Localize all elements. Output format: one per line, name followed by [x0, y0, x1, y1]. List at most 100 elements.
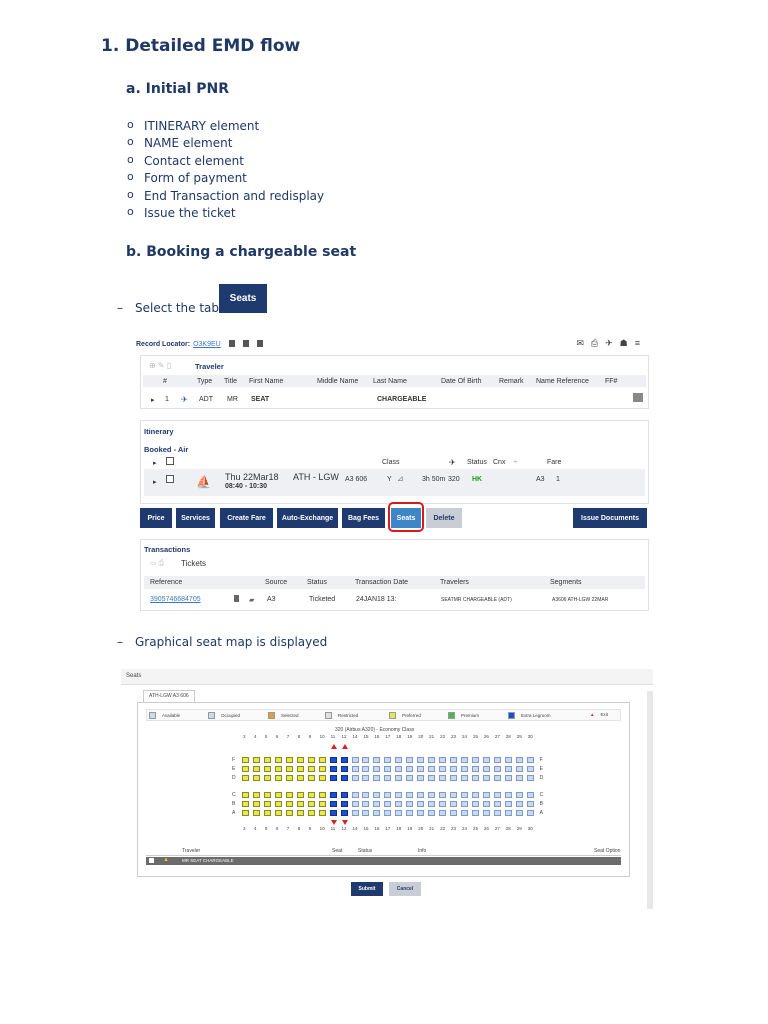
trash-icon[interactable]	[228, 340, 235, 347]
seat[interactable]	[471, 792, 479, 798]
seat[interactable]	[428, 757, 436, 763]
seat[interactable]	[406, 757, 414, 763]
seat[interactable]	[450, 775, 458, 781]
select-all-checkbox[interactable]	[166, 457, 174, 465]
seat[interactable]	[242, 792, 249, 798]
tab-ath-lgw[interactable]: ATH-LGW A3 606	[143, 690, 195, 702]
seat[interactable]	[307, 775, 315, 781]
seat[interactable]	[285, 766, 293, 772]
expand-icon[interactable]: ▸	[151, 396, 155, 404]
seat[interactable]	[384, 792, 392, 798]
seat[interactable]	[351, 766, 359, 772]
seat[interactable]	[482, 792, 490, 798]
seat[interactable]	[526, 801, 534, 807]
seat[interactable]	[242, 810, 249, 816]
seat[interactable]	[439, 801, 447, 807]
seat[interactable]	[417, 775, 425, 781]
seat[interactable]	[384, 775, 392, 781]
seat[interactable]	[504, 775, 512, 781]
seat[interactable]	[285, 810, 293, 816]
seat[interactable]	[296, 801, 304, 807]
seat[interactable]	[351, 757, 359, 763]
seat[interactable]	[471, 801, 479, 807]
seat[interactable]	[384, 757, 392, 763]
seat[interactable]	[493, 792, 501, 798]
seat[interactable]	[362, 801, 370, 807]
seat[interactable]	[439, 766, 447, 772]
seat[interactable]	[362, 792, 370, 798]
seat[interactable]	[471, 810, 479, 816]
seat[interactable]	[373, 792, 381, 798]
seat[interactable]	[504, 801, 512, 807]
seat[interactable]	[406, 801, 414, 807]
seat[interactable]	[285, 775, 293, 781]
seat[interactable]	[285, 757, 293, 763]
seat[interactable]	[329, 792, 337, 798]
seat[interactable]	[515, 792, 523, 798]
seat[interactable]	[373, 810, 381, 816]
seat[interactable]	[450, 766, 458, 772]
seat[interactable]	[318, 766, 326, 772]
seat[interactable]	[373, 775, 381, 781]
seat[interactable]	[450, 792, 458, 798]
mail-icon[interactable]: ✉	[576, 338, 591, 348]
seat[interactable]	[417, 792, 425, 798]
seat[interactable]	[252, 775, 260, 781]
seat[interactable]	[318, 810, 326, 816]
seat[interactable]	[515, 810, 523, 816]
seat[interactable]	[526, 792, 534, 798]
seat[interactable]	[471, 757, 479, 763]
price-button[interactable]: Price	[140, 508, 172, 528]
seat[interactable]	[406, 775, 414, 781]
seat[interactable]	[340, 792, 348, 798]
seat[interactable]	[274, 775, 282, 781]
seat[interactable]	[417, 757, 425, 763]
seat[interactable]	[318, 757, 326, 763]
seat[interactable]	[252, 801, 260, 807]
seat[interactable]	[307, 757, 315, 763]
seat[interactable]	[526, 775, 534, 781]
seat[interactable]	[340, 766, 348, 772]
seat[interactable]	[340, 810, 348, 816]
seat[interactable]	[461, 766, 468, 772]
seat[interactable]	[307, 801, 315, 807]
seat[interactable]	[395, 757, 403, 763]
seat[interactable]	[395, 810, 403, 816]
seat[interactable]	[329, 766, 337, 772]
seat[interactable]	[242, 801, 249, 807]
seat[interactable]	[362, 757, 370, 763]
seat[interactable]	[296, 757, 304, 763]
seat[interactable]	[296, 766, 304, 772]
seat[interactable]	[406, 792, 414, 798]
ticket-reference-link[interactable]: 3905746684705	[150, 596, 201, 603]
delete-button[interactable]: Delete	[426, 508, 462, 528]
seat[interactable]	[493, 810, 501, 816]
seat[interactable]	[274, 801, 282, 807]
scrollbar[interactable]	[647, 691, 653, 909]
seat[interactable]	[263, 775, 271, 781]
seat[interactable]	[329, 757, 337, 763]
submit-button[interactable]: Submit	[351, 882, 383, 896]
seat[interactable]	[384, 766, 392, 772]
seat[interactable]	[482, 775, 490, 781]
seat[interactable]	[329, 775, 337, 781]
record-locator-link[interactable]: O3K9EU	[193, 341, 221, 348]
seat[interactable]	[242, 775, 249, 781]
services-button[interactable]: Services	[176, 508, 215, 528]
seat[interactable]	[384, 810, 392, 816]
seat[interactable]	[482, 810, 490, 816]
seat[interactable]	[285, 801, 293, 807]
seat[interactable]	[362, 766, 370, 772]
expand-icon[interactable]: ▸	[153, 459, 157, 467]
create-fare-button[interactable]: Create Fare	[220, 508, 273, 528]
seat[interactable]	[428, 801, 436, 807]
seat[interactable]	[504, 766, 512, 772]
seat[interactable]	[493, 775, 501, 781]
seat[interactable]	[252, 766, 260, 772]
seat[interactable]	[296, 810, 304, 816]
seat[interactable]	[395, 801, 403, 807]
seat[interactable]	[318, 801, 326, 807]
seat[interactable]	[351, 792, 359, 798]
traveler-checkbox[interactable]	[149, 858, 154, 863]
seat[interactable]	[362, 810, 370, 816]
